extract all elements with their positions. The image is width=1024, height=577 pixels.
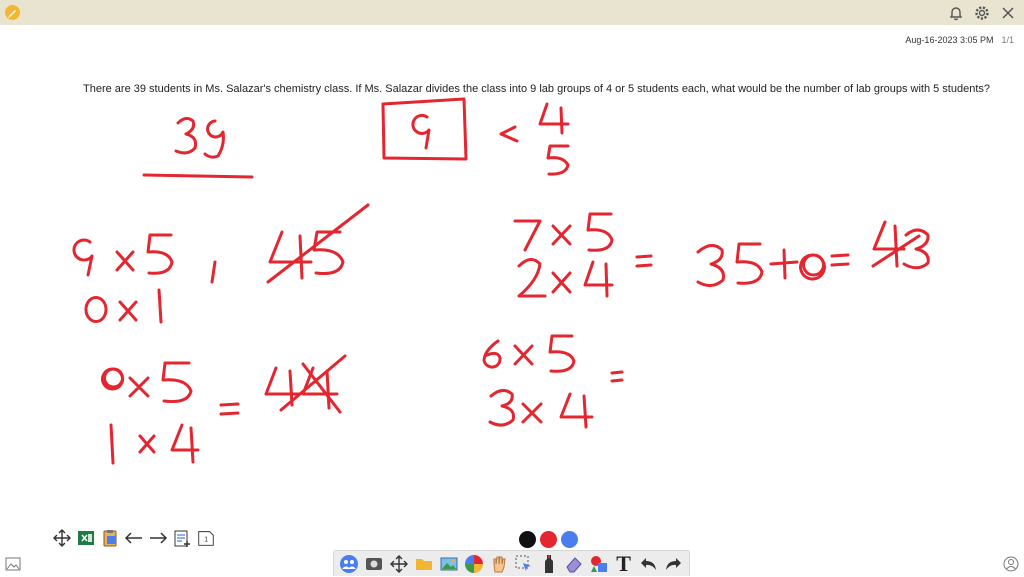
ink-35+8: [696, 242, 826, 287]
move-icon[interactable]: [52, 527, 72, 549]
ink-39: [174, 116, 225, 159]
handwriting-canvas[interactable]: [0, 0, 1024, 576]
excel-icon[interactable]: [76, 527, 96, 549]
ink-eq-2: [635, 254, 653, 268]
undo-icon[interactable]: [638, 553, 660, 575]
color-palette: [519, 531, 578, 548]
ink-eq-3: [830, 253, 850, 267]
people-icon[interactable]: [338, 553, 360, 575]
ink-8x5: [101, 361, 193, 403]
page-icon[interactable]: 1: [196, 527, 216, 549]
redo-icon[interactable]: [662, 553, 684, 575]
ink-7x5: [513, 212, 614, 252]
ink-9x5: [72, 233, 174, 277]
shapes-icon[interactable]: [588, 553, 610, 575]
ink-4: [538, 102, 570, 135]
color-swatch[interactable]: [519, 531, 536, 548]
ink-0x1: [84, 288, 163, 324]
eraser-icon[interactable]: [563, 553, 585, 575]
left-toolbar: 1: [52, 527, 216, 549]
ink-1x4: [109, 423, 200, 465]
arrow-right-icon[interactable]: [148, 527, 168, 549]
bottom-toolbar: T: [333, 550, 690, 576]
image-icon[interactable]: [4, 555, 22, 573]
arrow-left-icon[interactable]: [124, 527, 144, 549]
ink-5: [546, 144, 570, 176]
add-page-icon[interactable]: [172, 527, 192, 549]
color-wheel-icon[interactable]: [463, 553, 485, 575]
text-icon[interactable]: T: [613, 551, 635, 576]
ink-comma: [210, 260, 217, 284]
folder-icon[interactable]: [413, 553, 435, 575]
ink-bracket: [499, 125, 519, 143]
image-icon[interactable]: [438, 553, 460, 575]
ink-cross-45: [266, 203, 370, 284]
ink-box: [381, 97, 468, 161]
hand-icon[interactable]: [488, 553, 510, 575]
ink-eq-1: [219, 402, 240, 416]
ink-44: [264, 366, 339, 410]
ink-9: [411, 113, 431, 150]
ink-3x4: [488, 389, 594, 429]
user-icon[interactable]: [1002, 555, 1020, 573]
camera-icon[interactable]: [363, 553, 385, 575]
move-icon[interactable]: [388, 553, 410, 575]
ink-6x5: [482, 334, 576, 373]
ink-2x4: [517, 258, 614, 298]
svg-text:1: 1: [204, 535, 208, 544]
ink-underline: [142, 173, 254, 179]
select-icon[interactable]: [513, 553, 535, 575]
clipboard-icon[interactable]: [100, 527, 120, 549]
color-swatch[interactable]: [561, 531, 578, 548]
marker-icon[interactable]: [538, 553, 560, 575]
ink-eq-4: [610, 370, 624, 383]
color-swatch[interactable]: [540, 531, 557, 548]
